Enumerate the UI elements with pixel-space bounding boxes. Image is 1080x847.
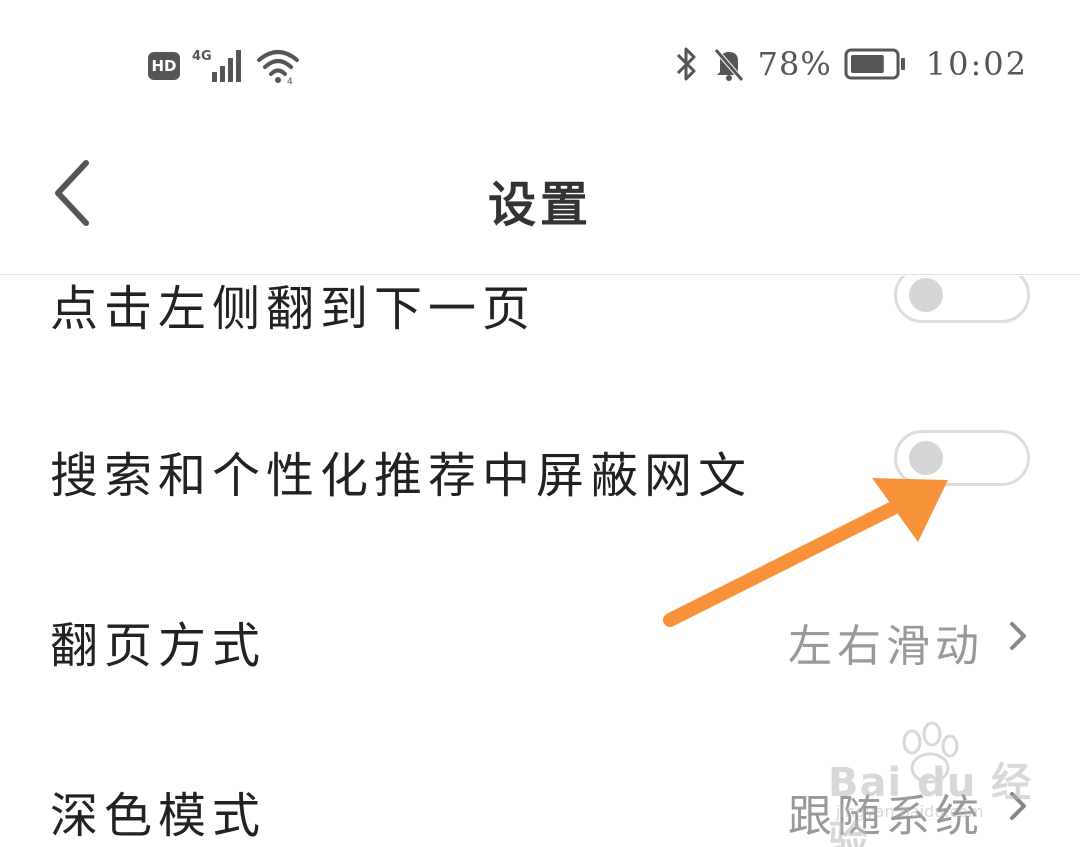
setting-label: 深色模式	[50, 788, 267, 844]
toggle-knob	[909, 441, 943, 475]
battery-icon	[844, 48, 905, 80]
setting-label: 搜索和个性化推荐中屏蔽网文	[50, 448, 753, 504]
settings-list: 点击左侧翻到下一页 搜索和个性化推荐中屏蔽网文 翻页方式 左右滑动 深色模式 跟…	[0, 276, 1080, 847]
page-turn-mode-value: 左右滑动	[788, 621, 984, 672]
hd-icon: HD	[148, 52, 180, 80]
signal-4g-icon: 4G	[192, 49, 241, 82]
svg-text:4: 4	[287, 77, 293, 86]
setting-row-block-web-novels[interactable]: 搜索和个性化推荐中屏蔽网文	[0, 390, 1080, 540]
toggle-knob	[909, 278, 943, 312]
tap-left-next-page-toggle[interactable]	[894, 276, 1030, 323]
mute-bell-icon	[713, 48, 744, 82]
page-header: 设置	[0, 135, 1080, 275]
status-bar-right: 78% 10:02	[674, 44, 1028, 84]
battery-percent: 78%	[757, 45, 832, 83]
network-label: 4G	[192, 49, 212, 64]
setting-row-tap-left-next-page[interactable]: 点击左侧翻到下一页	[0, 276, 1080, 371]
clock: 10:02	[925, 45, 1028, 83]
bluetooth-icon	[676, 47, 696, 81]
setting-label: 点击左侧翻到下一页	[50, 281, 537, 337]
chevron-right-icon	[1010, 792, 1026, 820]
wifi-icon: 4	[257, 50, 299, 86]
dark-mode-value: 跟随系统	[788, 791, 984, 842]
setting-row-page-turn-mode[interactable]: 翻页方式 左右滑动	[0, 560, 1080, 710]
chevron-right-icon	[1010, 622, 1026, 650]
page-title: 设置	[487, 177, 592, 233]
status-bar-left: HD 4G 4	[148, 46, 300, 86]
setting-row-dark-mode[interactable]: 深色模式 跟随系统	[0, 730, 1080, 847]
block-web-novels-toggle[interactable]	[894, 430, 1030, 486]
setting-label: 翻页方式	[50, 618, 267, 674]
status-bar: HD 4G 4 78% 10:02	[0, 0, 1080, 135]
